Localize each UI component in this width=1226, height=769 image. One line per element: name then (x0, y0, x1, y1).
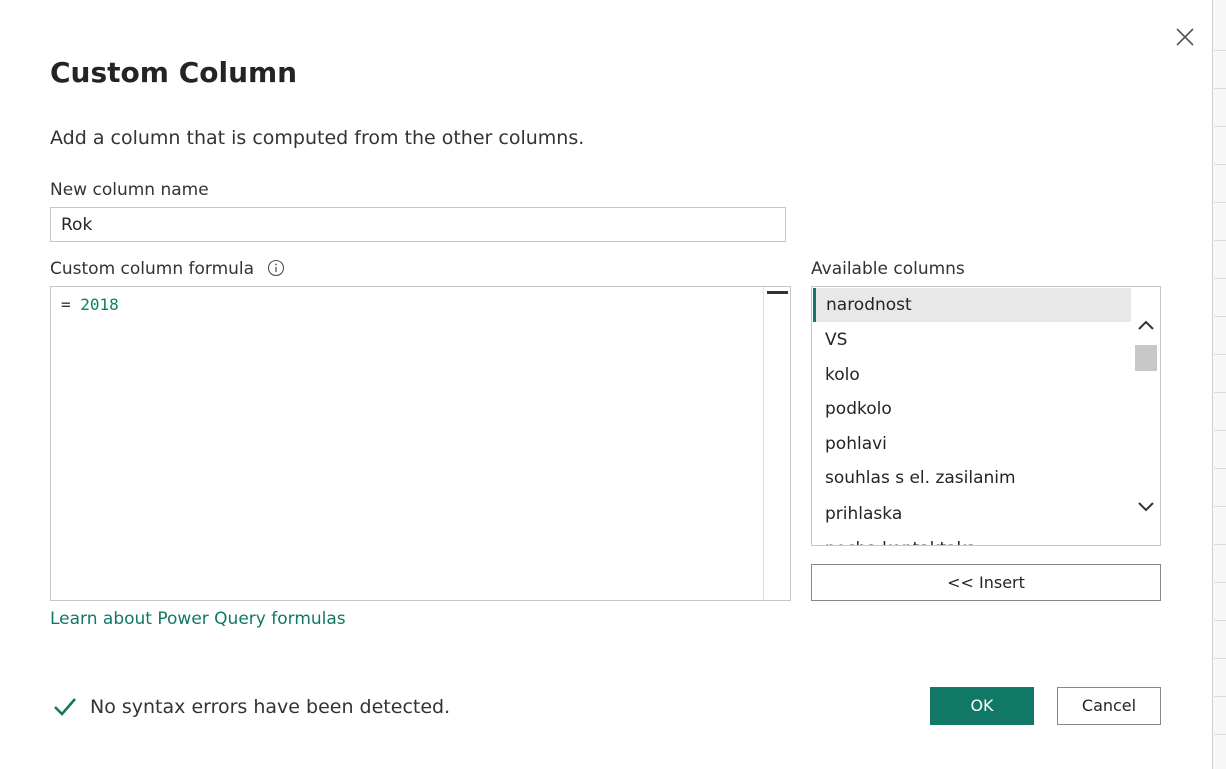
list-item[interactable]: VS (813, 323, 1131, 357)
scroll-up-button[interactable] (1136, 315, 1156, 335)
custom-column-dialog: Custom Column Add a column that is compu… (0, 0, 1212, 769)
formula-label: Custom column formula (50, 259, 255, 279)
formula-scrollbar[interactable] (763, 287, 790, 600)
ok-button[interactable]: OK (930, 687, 1034, 725)
dialog-title: Custom Column (50, 56, 298, 89)
list-item[interactable]: souhlas s el. zasilanim (813, 461, 1131, 495)
chevron-down-icon (1138, 502, 1154, 512)
formula-label-row: Custom column formula (50, 259, 285, 282)
available-columns-label: Available columns (811, 259, 965, 279)
list-item[interactable]: kolo (813, 358, 1131, 392)
info-icon[interactable] (267, 259, 285, 282)
formula-value: 2018 (80, 295, 119, 314)
list-item[interactable]: pocha kontaktaka (813, 532, 1131, 545)
new-column-name-label: New column name (50, 180, 209, 200)
columns-scrollbar[interactable] (1132, 287, 1160, 545)
scroll-down-button[interactable] (1136, 497, 1156, 517)
columns-scroll-thumb[interactable] (1135, 345, 1157, 371)
list-item[interactable]: podkolo (813, 392, 1131, 426)
dialog-subtitle: Add a column that is computed from the o… (50, 127, 585, 149)
insert-button[interactable]: << Insert (811, 564, 1161, 601)
list-item[interactable]: prihlaska (813, 497, 1131, 531)
learn-formulas-link[interactable]: Learn about Power Query formulas (50, 609, 346, 629)
close-button[interactable] (1172, 24, 1198, 50)
available-columns-list[interactable]: narodnost VS kolo podkolo pohlavi souhla… (811, 286, 1161, 546)
list-item[interactable]: narodnost (813, 288, 1131, 322)
list-item[interactable]: pohlavi (813, 427, 1131, 461)
syntax-status: No syntax errors have been detected. (52, 695, 450, 718)
close-icon (1176, 28, 1194, 46)
chevron-up-icon (1138, 320, 1154, 330)
background-grid-edge (1212, 0, 1226, 769)
cancel-button[interactable]: Cancel (1057, 687, 1161, 725)
formula-editor[interactable]: = 2018 (50, 286, 791, 601)
checkmark-icon (54, 698, 76, 716)
syntax-status-text: No syntax errors have been detected. (90, 696, 451, 718)
formula-text: = 2018 (61, 295, 119, 314)
formula-prefix: = (61, 295, 81, 314)
formula-scroll-thumb[interactable] (767, 291, 788, 294)
new-column-name-input[interactable] (50, 207, 786, 242)
